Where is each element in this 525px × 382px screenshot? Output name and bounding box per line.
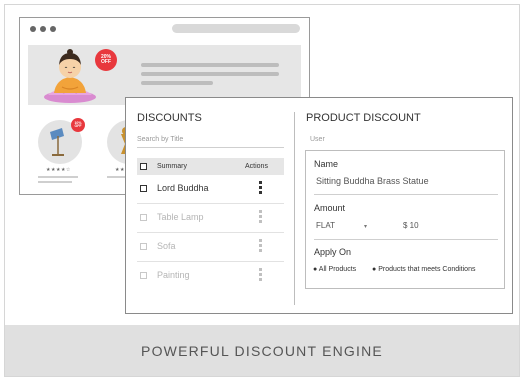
apply-on-label: Apply On bbox=[314, 247, 352, 257]
field-separator bbox=[314, 194, 498, 195]
amount-value-field[interactable]: $ 10 bbox=[403, 221, 419, 230]
window-dot bbox=[30, 26, 36, 32]
badge-off: OFF bbox=[101, 59, 111, 65]
discount-row[interactable]: Lord Buddha bbox=[137, 175, 284, 204]
window-controls bbox=[30, 26, 56, 32]
radio-dot-icon: ● bbox=[372, 266, 377, 273]
discounts-heading: DISCOUNTS bbox=[137, 112, 202, 124]
apply-option-label: Products that meets Conditions bbox=[378, 266, 476, 273]
discount-row-label: Painting bbox=[157, 270, 190, 280]
discount-row-label: Sofa bbox=[157, 241, 176, 251]
discounts-table-header: Summary Actions bbox=[137, 158, 284, 175]
placeholder-line bbox=[141, 81, 213, 85]
discount-badge: 20% OFF bbox=[95, 49, 117, 71]
discount-badge: 10% OFF bbox=[71, 118, 85, 132]
apply-option-all-products[interactable]: ● All Products bbox=[313, 266, 356, 273]
apply-option-label: All Products bbox=[318, 266, 357, 273]
search-underline bbox=[137, 147, 284, 148]
panel-divider bbox=[294, 112, 295, 305]
select-all-checkbox[interactable] bbox=[140, 163, 147, 170]
discount-row[interactable]: Table Lamp bbox=[137, 204, 284, 233]
discount-row[interactable]: Painting bbox=[137, 262, 284, 291]
actions-column-header: Actions bbox=[245, 163, 268, 170]
footer-caption: POWERFUL DISCOUNT ENGINE bbox=[5, 325, 519, 376]
window-dot bbox=[50, 26, 56, 32]
product-discount-heading: PRODUCT DISCOUNT bbox=[306, 112, 421, 124]
product-card[interactable]: 10% OFF ★★★★☆ bbox=[38, 118, 88, 183]
discount-admin-panel: DISCOUNTS Search by Title Summary Action… bbox=[125, 97, 513, 314]
field-separator bbox=[314, 239, 498, 240]
badge-off: OFF bbox=[74, 124, 82, 128]
buddha-statue-image bbox=[44, 49, 96, 103]
search-input[interactable]: Search by Title bbox=[137, 136, 183, 143]
more-actions-icon[interactable] bbox=[259, 239, 262, 252]
amount-type-select[interactable]: FLAT bbox=[316, 221, 335, 230]
placeholder-line bbox=[38, 176, 78, 178]
window-dot bbox=[40, 26, 46, 32]
name-label: Name bbox=[314, 159, 339, 169]
discount-row-label: Table Lamp bbox=[157, 212, 204, 222]
address-bar bbox=[172, 24, 300, 33]
discount-row-label: Lord Buddha bbox=[157, 183, 209, 193]
placeholder-line bbox=[141, 72, 279, 76]
discount-row[interactable]: Sofa bbox=[137, 233, 284, 262]
more-actions-icon[interactable] bbox=[259, 210, 262, 223]
row-checkbox[interactable] bbox=[140, 214, 147, 221]
amount-label: Amount bbox=[314, 203, 346, 213]
more-actions-icon[interactable] bbox=[259, 268, 262, 281]
more-actions-icon[interactable] bbox=[259, 181, 262, 194]
name-field[interactable]: Sitting Buddha Brass Statue bbox=[316, 176, 429, 186]
hero-banner: 20% OFF bbox=[28, 45, 301, 105]
product-rating: ★★★★☆ bbox=[46, 167, 71, 173]
placeholder-line bbox=[38, 181, 72, 183]
placeholder-line bbox=[141, 63, 279, 67]
summary-column-header: Summary bbox=[157, 163, 187, 170]
row-checkbox[interactable] bbox=[140, 243, 147, 250]
apply-option-conditions[interactable]: ● Products that meets Conditions bbox=[372, 266, 475, 273]
user-label: User bbox=[310, 136, 325, 143]
row-checkbox[interactable] bbox=[140, 272, 147, 279]
chevron-down-icon[interactable]: ▾ bbox=[364, 223, 367, 230]
row-checkbox[interactable] bbox=[140, 185, 147, 192]
radio-dot-icon: ● bbox=[313, 266, 318, 273]
product-discount-form: Name Sitting Buddha Brass Statue Amount … bbox=[305, 150, 505, 289]
